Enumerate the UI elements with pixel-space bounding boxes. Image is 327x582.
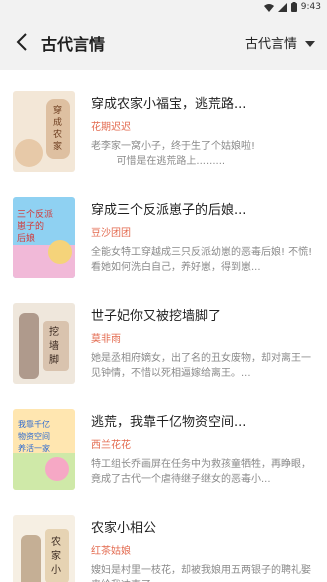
book-cover-art: 三个反派 崽子的 后娘: [13, 197, 75, 278]
book-description: 老李家一窝小子，终于生了个姑娘啦! 可惜是在逃荒路上.........: [91, 141, 256, 167]
svg-text:崽子的: 崽子的: [17, 220, 44, 232]
svg-text:成: 成: [53, 116, 62, 128]
book-cover-art: 挖 墙 脚: [13, 303, 75, 384]
back-arrow-icon: [16, 33, 27, 51]
svg-text:脚: 脚: [49, 353, 59, 366]
book-cover: 三个反派 崽子的 后娘: [13, 197, 75, 278]
book-title: 穿成农家小福宝，逃荒路...: [91, 97, 247, 112]
svg-text:物资空间: 物资空间: [18, 431, 50, 441]
svg-text:后娘: 后娘: [17, 232, 35, 244]
book-author: 莫非雨: [91, 334, 121, 345]
svg-text:家: 家: [53, 140, 62, 152]
category-dropdown[interactable]: 古代言情: [245, 33, 315, 52]
book-item[interactable]: 我靠千亿 物资空间 养活一家 逃荒，我靠千亿物资空间... 西兰花花 特工组长乔…: [0, 388, 327, 494]
svg-text:小: 小: [51, 564, 61, 576]
page-title: 古代言情: [41, 35, 106, 54]
book-item[interactable]: 农 家 小 农家小相公 红茶姑娘 嫂妇是村里一枝花，却被我娘用五两银子的聘礼娶来…: [0, 494, 327, 582]
book-cover: 我靠千亿 物资空间 养活一家: [13, 409, 75, 490]
wifi-icon: [263, 3, 274, 12]
category-dropdown-label: 古代言情: [244, 37, 297, 52]
status-bar: 9:43: [0, 0, 327, 18]
book-item[interactable]: 挖 墙 脚 世子妃你又被挖墙脚了 莫非雨 她是丞相府嫡女，出了名的丑女废物，却对…: [0, 282, 327, 388]
status-icons: 9:43: [263, 2, 321, 12]
book-item[interactable]: 三个反派 崽子的 后娘 穿成三个反派崽子的后娘... 豆沙团团 全能女特工穿越成…: [0, 176, 327, 282]
book-description: 嫂妇是村里一枝花，却被我娘用五两银子的聘礼娶来给我冲喜了。: [91, 565, 311, 582]
header: 古代言情 古代言情: [0, 18, 327, 66]
book-title: 世子妃你又被挖墙脚了: [91, 309, 222, 324]
svg-text:农: 农: [53, 128, 62, 140]
book-description: 特工组长乔画屏在任务中为救孩童牺牲，再睁眼，竟成了古代一个虐待继子继女的恶毒小.…: [91, 459, 311, 485]
svg-text:养活一家: 养活一家: [18, 443, 50, 453]
svg-text:家: 家: [51, 549, 61, 562]
battery-icon: [290, 2, 297, 12]
caret-down-icon: [305, 40, 315, 47]
book-author: 豆沙团团: [91, 228, 131, 239]
svg-text:三个反派: 三个反派: [17, 209, 53, 220]
book-title: 逃荒，我靠千亿物资空间...: [91, 415, 247, 430]
book-description: 全能女特工穿越成三只反派幼崽的恶毒后娘! 不慌! 看她如何洗白自己，养好崽，得到…: [91, 247, 313, 273]
svg-text:墙: 墙: [49, 339, 59, 352]
svg-text:农: 农: [51, 535, 61, 548]
book-author: 西兰花花: [91, 440, 131, 451]
book-cover-art: 穿 成 农 家: [13, 91, 75, 172]
book-author: 红茶姑娘: [91, 546, 131, 557]
status-time: 9:43: [300, 2, 321, 12]
book-cover: 挖 墙 脚: [13, 303, 75, 384]
svg-text:穿: 穿: [53, 104, 62, 116]
svg-text:我靠千亿: 我靠千亿: [18, 419, 50, 429]
book-author: 花期迟迟: [91, 122, 131, 133]
book-title: 农家小相公: [91, 521, 157, 536]
book-title: 穿成三个反派崽子的后娘...: [91, 203, 247, 218]
book-cover: 农 家 小: [13, 515, 75, 582]
book-description: 她是丞相府嫡女，出了名的丑女废物，却对离王一见钟情，不惜以死相逼嫁给离王。...: [91, 353, 311, 379]
book-cover-art: 我靠千亿 物资空间 养活一家: [13, 409, 75, 490]
book-list: 穿 成 农 家 穿成农家小福宝，逃荒路... 花期迟迟 老李家一窝小子，终于生了…: [0, 70, 327, 582]
signal-icon: [277, 2, 287, 12]
back-button[interactable]: [10, 30, 34, 54]
book-cover: 穿 成 农 家: [13, 91, 75, 172]
book-cover-art: 农 家 小: [13, 515, 75, 582]
svg-text:挖: 挖: [49, 325, 59, 338]
book-item[interactable]: 穿 成 农 家 穿成农家小福宝，逃荒路... 花期迟迟 老李家一窝小子，终于生了…: [0, 70, 327, 176]
